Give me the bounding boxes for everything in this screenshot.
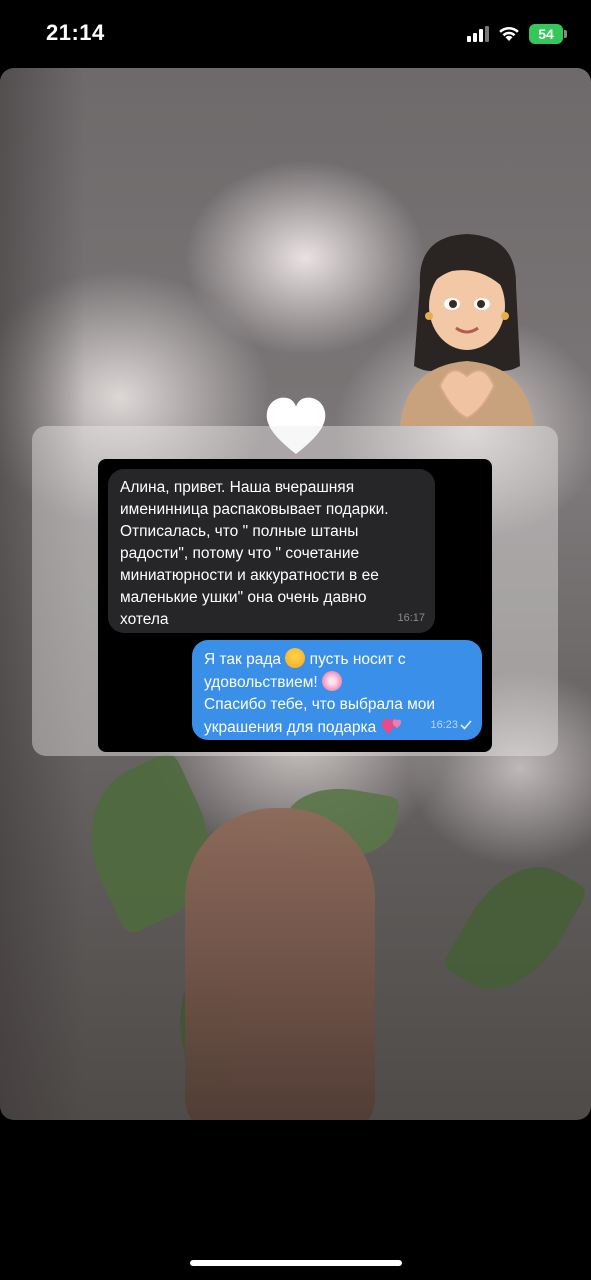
outgoing-message-bubble: Я так рада пусть носит с удовольствием! … [192, 640, 482, 740]
outgoing-line-4: украшения для подарка [204, 719, 377, 736]
story-card[interactable]: Алина, привет. Наша вчерашняя именинница… [0, 68, 591, 1120]
outgoing-message-meta: 16:23 [430, 714, 472, 736]
incoming-message-bubble: Алина, привет. Наша вчерашняя именинница… [108, 469, 435, 633]
two-hearts-emoji-icon [381, 718, 401, 734]
home-indicator[interactable] [190, 1260, 402, 1266]
status-icons: 54 [467, 24, 567, 44]
outgoing-line-3: Спасибо тебе, что выбрала мои [204, 696, 436, 713]
incoming-message-text: Алина, привет. Наша вчерашняя именинница… [120, 479, 389, 628]
background-leaf [441, 844, 589, 1012]
outgoing-line-2: удовольствием! [204, 674, 318, 691]
cellular-signal-icon [467, 26, 489, 42]
smiling-face-emoji-icon [285, 648, 306, 668]
wifi-icon [499, 26, 519, 41]
background-hand [185, 808, 375, 1120]
clock: 21:14 [46, 20, 105, 45]
cherry-blossom-emoji-icon [322, 671, 342, 691]
battery-charging-icon: 54 [529, 24, 567, 44]
memoji-sticker [400, 234, 534, 426]
status-bar: 21:14 54 [0, 0, 591, 68]
incoming-message-time: 16:17 [397, 612, 425, 624]
outgoing-message-time: 16:23 [430, 719, 458, 731]
battery-level: 54 [538, 26, 554, 42]
outgoing-line-1: Я так рада [204, 651, 282, 668]
read-check-icon [460, 720, 472, 730]
outgoing-line-1-tail: пусть носит с [309, 651, 406, 668]
chat-screenshot: Алина, привет. Наша вчерашняя именинница… [98, 459, 492, 752]
